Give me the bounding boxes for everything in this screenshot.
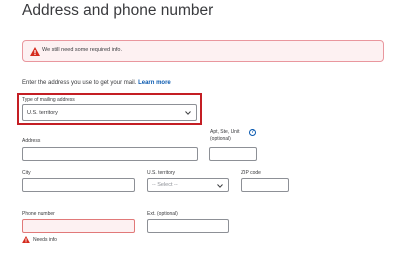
warning-triangle-icon	[22, 236, 30, 243]
ext-label: Ext. (optional)	[147, 211, 178, 217]
help-icon[interactable]: ?	[249, 129, 256, 136]
intro-label: Enter the address you use to get your ma…	[22, 80, 137, 86]
page-title: Address and phone number	[22, 2, 214, 19]
warning-triangle-icon	[30, 47, 40, 56]
territory-select[interactable]: -- Select --	[147, 178, 229, 192]
chevron-down-icon	[185, 111, 191, 115]
mailing-type-value: U.S. territory	[27, 110, 58, 116]
address-input[interactable]	[22, 147, 198, 161]
apt-label: Apt, Ste, Unit	[210, 129, 240, 135]
learn-more-link[interactable]: Learn more	[138, 80, 171, 86]
territory-label: U.S. territory	[147, 170, 176, 176]
apt-input[interactable]	[209, 147, 257, 161]
zip-input[interactable]	[241, 178, 289, 192]
city-input[interactable]	[22, 178, 135, 192]
phone-input[interactable]	[22, 219, 135, 233]
zip-label: ZIP code	[241, 170, 261, 176]
territory-placeholder: -- Select --	[152, 182, 178, 188]
apt-label-optional: (optional)	[210, 136, 231, 142]
chevron-down-icon	[217, 184, 223, 188]
phone-label: Phone number	[22, 211, 55, 217]
intro-text: Enter the address you use to get your ma…	[22, 80, 171, 86]
address-label: Address	[22, 138, 41, 144]
ext-input[interactable]	[147, 219, 229, 233]
mailing-type-select[interactable]: U.S. territory	[22, 104, 197, 121]
alert-message: We still need some required info.	[42, 47, 122, 53]
error-alert: We still need some required info.	[22, 40, 384, 62]
mailing-type-label: Type of mailing address	[22, 97, 75, 103]
city-label: City	[22, 170, 31, 176]
phone-error-message: Needs info	[33, 237, 57, 243]
